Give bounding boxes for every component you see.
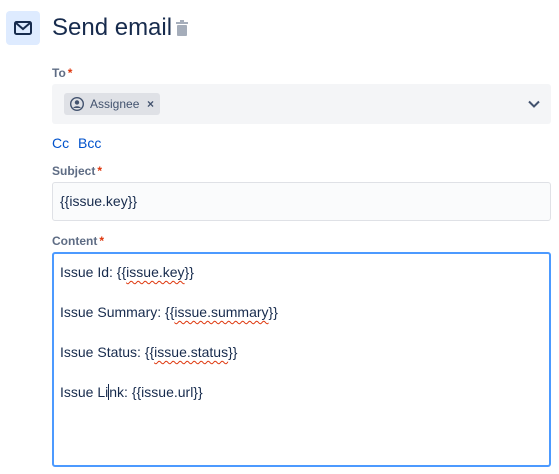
content-line: Issue Summary: {{issue.summary}}	[60, 304, 278, 320]
trash-icon[interactable]	[175, 20, 189, 36]
content-textarea[interactable]: Issue Id: {{issue.key}} Issue Summary: {…	[52, 252, 551, 467]
content-label: Content *	[52, 234, 104, 248]
bcc-link[interactable]: Bcc	[78, 135, 101, 151]
envelope-icon	[14, 21, 32, 35]
cc-bcc-links: Cc Bcc	[52, 135, 106, 151]
subject-label: Subject *	[52, 164, 103, 178]
spellcheck-token: issue.summary	[174, 304, 269, 320]
recipient-chip-label: Assignee	[90, 97, 140, 111]
required-marker: *	[67, 66, 73, 80]
user-avatar-icon	[70, 97, 84, 111]
page-title: Send email	[52, 14, 173, 41]
envelope-icon-box	[6, 11, 40, 45]
required-marker: *	[97, 164, 103, 178]
cc-link[interactable]: Cc	[52, 135, 69, 151]
spellcheck-token: issue.key	[126, 264, 185, 280]
recipient-chip: Assignee ×	[64, 93, 160, 115]
content-line: Issue Id: {{issue.key}}	[60, 264, 194, 280]
chevron-down-icon[interactable]	[527, 97, 541, 111]
to-field[interactable]: Assignee ×	[52, 84, 551, 124]
remove-recipient-button[interactable]: ×	[147, 96, 154, 112]
to-label: To *	[52, 66, 73, 80]
content-line: Issue Status: {{issue.status}}	[60, 344, 238, 360]
spellcheck-token: issue.status	[154, 344, 229, 360]
content-line: Issue Link: {{issue.url}}	[60, 384, 203, 400]
required-marker: *	[99, 234, 104, 248]
subject-input[interactable]: {{issue.key}}	[52, 182, 551, 221]
